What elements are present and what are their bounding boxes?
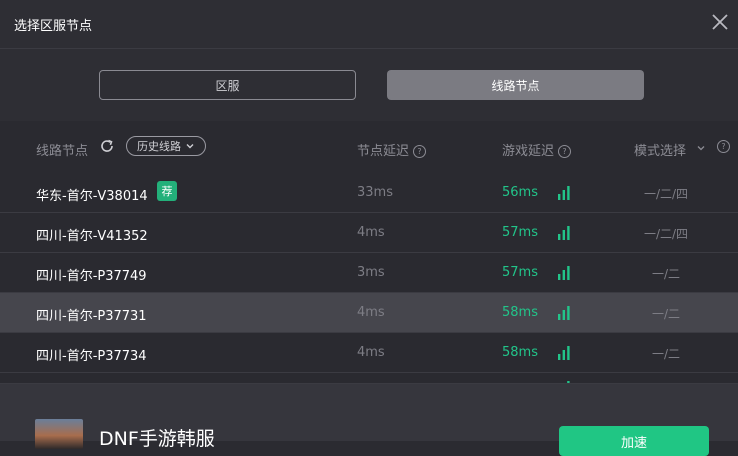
game-latency: 58ms: [502, 305, 538, 320]
route-row[interactable]: 四川-首尔-P37731 4ms 58ms 一/二: [0, 293, 738, 333]
mode-value: 一/二: [651, 347, 681, 361]
signal-bars-icon: [558, 186, 570, 200]
mode-value: 一/二/四: [643, 187, 689, 201]
route-row[interactable]: 四川-首尔-P37734 4ms 58ms 一/二: [0, 333, 738, 373]
game-latency-header: 游戏延迟?: [502, 140, 572, 159]
route-name: 四川-首尔-P37734: [36, 349, 147, 364]
route-row[interactable]: 华东-首尔-V38014 荐 33ms 56ms 一/二/四: [0, 173, 738, 213]
tab-region[interactable]: 区服: [99, 70, 356, 100]
route-row[interactable]: 四川-首尔-V41352 4ms 57ms 一/二/四: [0, 213, 738, 253]
help-icon[interactable]: ?: [558, 145, 572, 158]
node-latency-label: 节点延迟: [357, 144, 410, 159]
game-name: DNF手游韩服: [99, 428, 215, 450]
game-latency: 57ms: [502, 265, 538, 280]
route-name: 华东-首尔-V38014: [36, 189, 148, 204]
node-latency: 4ms: [357, 305, 385, 320]
node-latency-header: 节点延迟?: [357, 140, 427, 159]
dialog-title: 选择区服节点: [14, 19, 93, 34]
recommended-badge: 荐: [157, 181, 177, 201]
route-row[interactable]: 四川-首尔-P37749 3ms 57ms 一/二: [0, 253, 738, 293]
tab-route-node[interactable]: 线路节点: [387, 70, 644, 100]
mode-value: 一/二: [651, 267, 681, 281]
game-latency: 57ms: [502, 225, 538, 240]
chevron-down-icon: [186, 144, 194, 149]
game-thumbnail: [35, 419, 83, 449]
route-column-header: 线路节点: [36, 144, 89, 159]
node-latency: 3ms: [357, 265, 385, 280]
node-latency: 4ms: [357, 345, 385, 360]
footer-bar: DNF手游韩服 加速: [0, 383, 738, 456]
close-icon[interactable]: [710, 12, 730, 32]
node-latency: 33ms: [357, 185, 393, 200]
chevron-down-icon[interactable]: [696, 143, 706, 153]
game-latency: 58ms: [502, 345, 538, 360]
refresh-icon[interactable]: [99, 138, 115, 154]
list-header: 线路节点 历史线路 节点延迟? 游戏延迟? 模式选择 ?: [0, 121, 738, 173]
signal-bars-icon: [558, 226, 570, 240]
tabs-bar: 区服 线路节点: [0, 49, 738, 121]
mode-value: 一/二/四: [643, 227, 689, 241]
route-name: 四川-首尔-P37731: [36, 309, 147, 324]
help-icon[interactable]: ?: [717, 140, 730, 153]
mode-select-header[interactable]: 模式选择: [634, 140, 686, 159]
title-bar: 选择区服节点: [0, 0, 738, 49]
help-icon[interactable]: ?: [413, 145, 427, 158]
route-name: 四川-首尔-P37749: [36, 269, 147, 284]
route-name: 四川-首尔-V41352: [36, 229, 148, 244]
node-latency: 4ms: [357, 225, 385, 240]
signal-bars-icon: [558, 306, 570, 320]
signal-bars-icon: [558, 346, 570, 360]
history-routes-button[interactable]: 历史线路: [126, 136, 206, 156]
history-routes-label: 历史线路: [137, 140, 181, 153]
game-latency: 56ms: [502, 185, 538, 200]
signal-bars-icon: [558, 266, 570, 280]
mode-value: 一/二: [651, 307, 681, 321]
route-list: 线路节点 历史线路 节点延迟? 游戏延迟? 模式选择 ? 华东-首尔-V3801…: [0, 121, 738, 383]
game-latency-label: 游戏延迟: [502, 144, 555, 159]
accelerate-button[interactable]: 加速: [559, 426, 709, 456]
